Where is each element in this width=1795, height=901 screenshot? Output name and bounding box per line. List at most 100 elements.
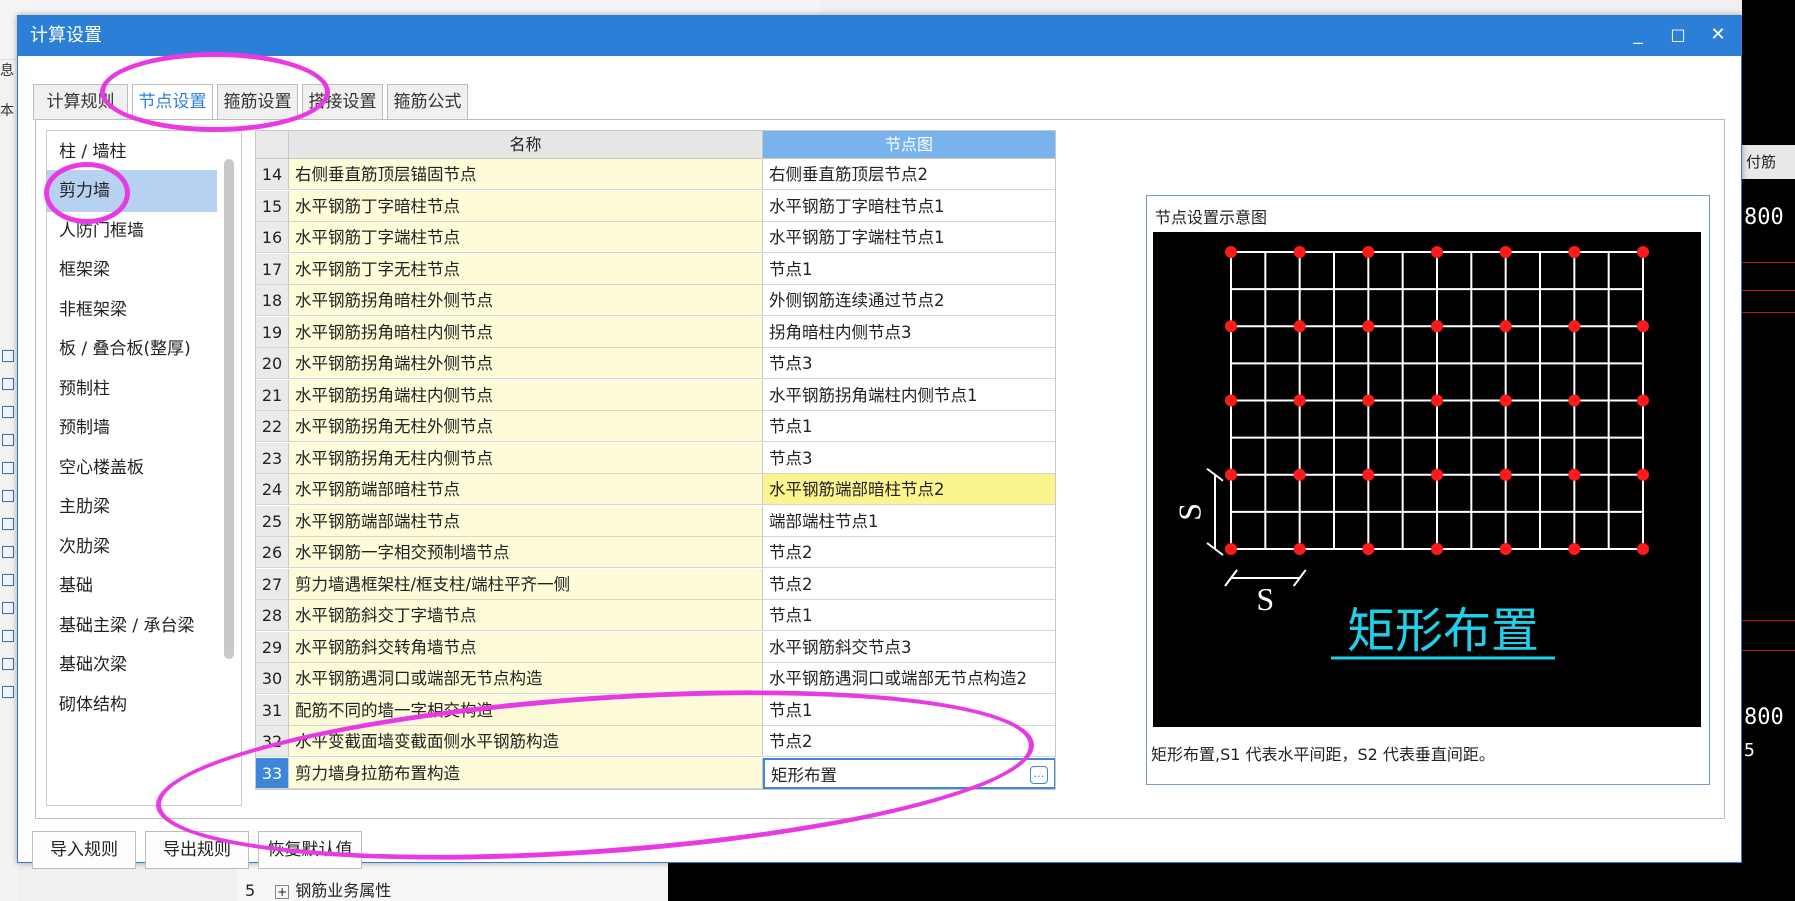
row-node-cell[interactable]: 节点2 [763, 726, 1055, 757]
category-item[interactable]: 板 / 叠合板(整厚) [47, 328, 217, 370]
row-node-cell[interactable]: 节点1 [763, 694, 1055, 726]
row-node-cell[interactable]: 节点2 [763, 537, 1055, 568]
component-category-list[interactable]: 柱 / 墙柱 剪力墙 人防门框墙 框架梁 非框架梁 板 / 叠合板(整厚) 预制… [46, 130, 242, 806]
table-row[interactable]: 32 水平变截面墙变截面侧水平钢筋构造 节点2 [256, 726, 1055, 757]
node-value-editor[interactable]: 矩形布置… [763, 757, 1055, 789]
row-node-cell[interactable]: 端部端柱节点1 [763, 505, 1055, 537]
minimize-button[interactable]: _ [1618, 16, 1658, 56]
restore-defaults-button[interactable]: 恢复默认值 [258, 831, 362, 869]
row-node-cell[interactable]: 节点1 [763, 600, 1055, 631]
row-number: 31 [256, 694, 289, 726]
row-node-cell[interactable]: 外侧钢筋连续通过节点2 [763, 285, 1055, 316]
bg-right-header: 付筋 [1742, 145, 1795, 179]
category-item[interactable]: 预制柱 [47, 368, 217, 410]
table-row[interactable]: 25 水平钢筋端部端柱节点 端部端柱节点1 [256, 505, 1055, 537]
row-node-cell[interactable]: 节点2 [763, 568, 1055, 600]
table-row[interactable]: 20 水平钢筋拐角端柱外侧节点 节点3 [256, 348, 1055, 379]
rebar-tie-dot [1499, 246, 1512, 258]
table-corner [256, 131, 289, 159]
category-item[interactable]: 框架梁 [47, 249, 217, 291]
category-item[interactable]: 空心楼盖板 [47, 447, 217, 489]
table-row[interactable]: 18 水平钢筋拐角暗柱外侧节点 外侧钢筋连续通过节点2 [256, 285, 1055, 316]
table-row[interactable]: 26 水平钢筋一字相交预制墙节点 节点2 [256, 537, 1055, 568]
row-number: 18 [256, 285, 289, 316]
tab-calc-rules[interactable]: 计算规则 [33, 84, 128, 120]
rebar-tie-dot [1568, 468, 1581, 481]
rebar-tie-dot [1225, 246, 1237, 258]
row-node-cell[interactable]: 水平钢筋拐角端柱内侧节点1 [763, 379, 1055, 411]
row-name-cell: 水平钢筋端部暗柱节点 [289, 474, 763, 505]
rebar-tie-dot [1431, 468, 1443, 481]
expand-icon[interactable]: + [275, 885, 290, 899]
row-name-cell: 水平钢筋斜交丁字墙节点 [289, 600, 763, 631]
category-item[interactable]: 预制墙 [47, 407, 217, 449]
row-number: 16 [256, 222, 289, 253]
row-node-cell[interactable]: 水平钢筋丁字暗柱节点1 [763, 190, 1055, 222]
tab-stirrup-settings[interactable]: 箍筋设置 [217, 84, 298, 120]
bg-tool-icon [2, 378, 14, 390]
table-row[interactable]: 16 水平钢筋丁字端柱节点 水平钢筋丁字端柱节点1 [256, 222, 1055, 253]
row-node-cell[interactable]: 拐角暗柱内侧节点3 [763, 316, 1055, 348]
table-row[interactable]: 24 水平钢筋端部暗柱节点 水平钢筋端部暗柱节点2 [256, 474, 1055, 505]
category-item[interactable]: 基础次梁 [47, 644, 217, 686]
category-item[interactable]: 次肋梁 [47, 526, 217, 568]
tab-lap-settings[interactable]: 搭接设置 [302, 84, 383, 120]
row-node-cell[interactable]: 节点1 [763, 411, 1055, 442]
table-row[interactable]: 28 水平钢筋斜交丁字墙节点 节点1 [256, 600, 1055, 631]
row-number: 29 [256, 631, 289, 663]
category-scrollbar[interactable] [224, 159, 234, 659]
tab-stirrup-formula[interactable]: 箍筋公式 [387, 84, 468, 120]
bg-tool-icon [2, 350, 14, 362]
import-rules-button[interactable]: 导入规则 [32, 831, 136, 869]
rebar-tie-dot [1362, 320, 1375, 333]
table-row[interactable]: 17 水平钢筋丁字无柱节点 节点1 [256, 253, 1055, 285]
row-node-cell[interactable]: 水平钢筋丁字端柱节点1 [763, 222, 1055, 253]
row-node-cell[interactable]: 右侧垂直筋顶层节点2 [763, 159, 1055, 190]
bg-tree-row[interactable]: 5 + 钢筋业务属性 [245, 877, 391, 901]
bg-tool-icon [2, 434, 14, 446]
rebar-tie-dot [1293, 394, 1306, 407]
rebar-tie-dot [1637, 468, 1649, 481]
table-row[interactable]: 31 配筋不同的墙一字相交构造 节点1 [256, 694, 1055, 726]
category-item[interactable]: 砌体结构 [47, 684, 217, 726]
table-row[interactable]: 22 水平钢筋拐角无柱外侧节点 节点1 [256, 411, 1055, 442]
node-preview-panel: 节点设置示意图 S S 矩形布置 矩形布置,S1 代表水平间距，S2 代表垂直间距。 [1146, 195, 1710, 785]
rebar-tie-dot [1225, 394, 1237, 407]
table-row[interactable]: 27 剪力墙遇框架柱/框支柱/端柱平齐一侧 节点2 [256, 568, 1055, 600]
row-node-cell[interactable]: 节点1 [763, 253, 1055, 285]
table-row[interactable]: 30 水平钢筋遇洞口或端部无节点构造 水平钢筋遇洞口或端部无节点构造2 [256, 663, 1055, 694]
ellipsis-button[interactable]: … [1030, 765, 1048, 784]
row-node-cell[interactable]: 水平钢筋端部暗柱节点2 [763, 474, 1055, 505]
category-item[interactable]: 人防门框墙 [47, 210, 217, 252]
close-button[interactable]: ✕ [1698, 16, 1738, 56]
bg-drawing-canvas [668, 862, 1795, 901]
maximize-button[interactable]: □ [1658, 16, 1698, 56]
category-item-selected[interactable]: 剪力墙 [47, 170, 217, 212]
dialog-titlebar[interactable]: 计算设置 _ □ ✕ [18, 16, 1741, 56]
column-header-name[interactable]: 名称 [289, 131, 763, 159]
row-name-cell: 水平钢筋拐角无柱内侧节点 [289, 442, 763, 474]
table-row[interactable]: 19 水平钢筋拐角暗柱内侧节点 拐角暗柱内侧节点3 [256, 316, 1055, 348]
bg-tool-icon [2, 602, 14, 614]
category-item[interactable]: 基础 [47, 565, 217, 607]
table-row[interactable]: 14 右侧垂直筋顶层锚固节点 右侧垂直筋顶层节点2 [256, 159, 1055, 190]
bg-right-digit: 5 [1744, 740, 1755, 761]
tab-node-settings[interactable]: 节点设置 [132, 84, 213, 121]
rebar-tie-dot [1293, 320, 1306, 333]
column-header-node[interactable]: 节点图 [763, 131, 1055, 159]
table-row[interactable]: 15 水平钢筋丁字暗柱节点 水平钢筋丁字暗柱节点1 [256, 190, 1055, 222]
export-rules-button[interactable]: 导出规则 [145, 831, 249, 869]
row-node-cell[interactable]: 水平钢筋斜交节点3 [763, 631, 1055, 663]
category-item[interactable]: 非框架梁 [47, 289, 217, 331]
category-item[interactable]: 柱 / 墙柱 [47, 131, 217, 173]
table-row[interactable]: 29 水平钢筋斜交转角墙节点 水平钢筋斜交节点3 [256, 631, 1055, 663]
category-item[interactable]: 基础主梁 / 承台梁 [47, 605, 217, 647]
table-row[interactable]: 23 水平钢筋拐角无柱内侧节点 节点3 [256, 442, 1055, 474]
table-row[interactable]: 33 剪力墙身拉筋布置构造 矩形布置… [256, 757, 1055, 789]
background-drawing-area [1742, 0, 1795, 901]
row-node-cell[interactable]: 水平钢筋遇洞口或端部无节点构造2 [763, 663, 1055, 694]
category-item[interactable]: 主肋梁 [47, 486, 217, 528]
row-node-cell[interactable]: 节点3 [763, 442, 1055, 474]
table-row[interactable]: 21 水平钢筋拐角端柱内侧节点 水平钢筋拐角端柱内侧节点1 [256, 379, 1055, 411]
row-node-cell[interactable]: 节点3 [763, 348, 1055, 379]
